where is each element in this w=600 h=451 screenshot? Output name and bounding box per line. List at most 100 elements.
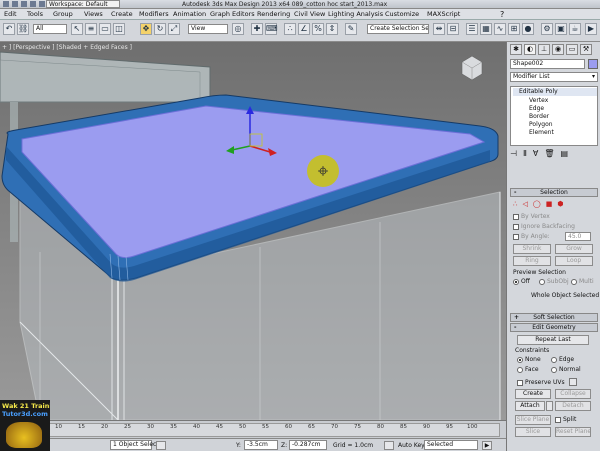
menu-modifiers[interactable]: Modifiers bbox=[139, 10, 169, 19]
vertex-level-icon[interactable]: ∴ bbox=[513, 200, 517, 208]
shrink-button[interactable]: Shrink bbox=[513, 244, 551, 254]
play-icon[interactable]: ▶ bbox=[482, 441, 492, 450]
stack-item-edge[interactable]: Edge bbox=[529, 105, 544, 112]
edit-geometry-rollout-header[interactable]: - Edit Geometry bbox=[510, 323, 598, 332]
window-crossing-icon[interactable]: ◫ bbox=[113, 23, 125, 35]
menu-lighting-analysis[interactable]: Lighting Analysis bbox=[328, 10, 383, 19]
viewcube-icon[interactable] bbox=[458, 56, 488, 84]
show-end-result-icon[interactable]: Ⅱ bbox=[523, 148, 527, 160]
menu-maxscript[interactable]: MAXScript bbox=[427, 10, 460, 19]
slice-plane-button[interactable]: Slice Plane bbox=[515, 415, 551, 425]
preserve-uvs-checkbox[interactable]: Preserve UVs bbox=[517, 379, 565, 386]
menu-graph-editors[interactable]: Graph Editors bbox=[210, 10, 255, 19]
angle-value-field[interactable]: 45.0 bbox=[565, 232, 591, 241]
menu-group[interactable]: Group bbox=[53, 10, 73, 19]
motion-tab-icon[interactable]: ◉ bbox=[552, 44, 564, 55]
time-slider[interactable]: 10 15 20 25 30 35 40 45 50 55 60 65 70 7… bbox=[0, 420, 506, 438]
object-color-swatch[interactable] bbox=[588, 59, 598, 69]
save-file-icon[interactable] bbox=[21, 1, 27, 7]
by-angle-checkbox[interactable]: By Angle: bbox=[513, 233, 550, 240]
pivot-center-icon[interactable]: ◎ bbox=[232, 23, 244, 35]
constraint-edge-radio[interactable]: Edge bbox=[551, 356, 574, 363]
preview-multi-radio[interactable]: Multi bbox=[571, 278, 594, 285]
mirror-icon[interactable]: ⇹ bbox=[433, 23, 445, 35]
link-icon[interactable]: ⛓ bbox=[17, 23, 29, 35]
layer-manager-icon[interactable]: ☰ bbox=[466, 23, 478, 35]
pin-stack-icon[interactable]: ⊣ bbox=[510, 148, 517, 160]
preview-subobj-radio[interactable]: SubObj bbox=[539, 278, 569, 285]
collapse-button[interactable]: Collapse bbox=[555, 389, 591, 399]
rendered-frame-window-icon[interactable]: ▣ bbox=[555, 23, 567, 35]
render-production-icon[interactable]: ☕ bbox=[569, 23, 581, 35]
preview-off-radio[interactable]: Off bbox=[513, 278, 530, 285]
loop-button[interactable]: Loop bbox=[555, 256, 593, 266]
reference-coordinate-dropdown[interactable]: View bbox=[188, 24, 228, 34]
attach-list-icon[interactable] bbox=[546, 401, 553, 411]
make-unique-icon[interactable]: ∀ bbox=[533, 148, 538, 160]
key-mode-icon[interactable] bbox=[384, 441, 394, 450]
object-name-field[interactable]: Shape002 bbox=[510, 59, 585, 69]
select-object-icon[interactable]: ↖ bbox=[71, 23, 83, 35]
rect-selection-icon[interactable]: ▭ bbox=[99, 23, 111, 35]
ignore-backfacing-checkbox[interactable]: Ignore Backfacing bbox=[513, 223, 575, 230]
menu-rendering[interactable]: Rendering bbox=[257, 10, 290, 19]
soft-selection-rollout-header[interactable]: + Soft Selection bbox=[510, 313, 598, 322]
snap-toggle-icon[interactable]: ∴ bbox=[284, 23, 296, 35]
auto-key-label[interactable]: Auto Key bbox=[398, 442, 425, 449]
z-coord-field[interactable]: -0.287cm bbox=[289, 440, 327, 450]
move-gizmo-icon[interactable] bbox=[224, 104, 280, 160]
repeat-last-button[interactable]: Repeat Last bbox=[517, 335, 589, 345]
menu-tools[interactable]: Tools bbox=[27, 10, 43, 19]
stack-item-editable-poly[interactable]: Editable Poly bbox=[513, 88, 597, 96]
menu-views[interactable]: Views bbox=[84, 10, 103, 19]
viewport-label[interactable]: + ] [Perspective ] [Shaded + Edged Faces… bbox=[2, 44, 132, 51]
slice-button[interactable]: Slice bbox=[515, 427, 551, 437]
workspace-dropdown[interactable]: Workspace: Default bbox=[46, 0, 120, 8]
edge-level-icon[interactable]: ◁ bbox=[522, 200, 527, 208]
curve-editor-icon[interactable]: ∿ bbox=[494, 23, 506, 35]
timeline-track[interactable]: 10 15 20 25 30 35 40 45 50 55 60 65 70 7… bbox=[48, 423, 500, 437]
align-icon[interactable]: ⊟ bbox=[447, 23, 459, 35]
new-file-icon[interactable] bbox=[3, 1, 9, 7]
constraint-normal-radio[interactable]: Normal bbox=[551, 366, 581, 373]
select-and-move-icon[interactable]: ✥ bbox=[140, 23, 152, 35]
grow-button[interactable]: Grow bbox=[555, 244, 593, 254]
utilities-tab-icon[interactable]: ⚒ bbox=[580, 44, 592, 55]
undo-icon[interactable]: ↶ bbox=[3, 23, 15, 35]
select-manipulate-icon[interactable]: ✚ bbox=[251, 23, 263, 35]
split-checkbox[interactable]: Split bbox=[555, 416, 576, 423]
redo-icon[interactable] bbox=[39, 1, 45, 7]
angle-snap-icon[interactable]: ∠ bbox=[298, 23, 310, 35]
preserve-uvs-settings-icon[interactable] bbox=[569, 378, 577, 386]
keyboard-shortcut-icon[interactable]: ⌨ bbox=[265, 23, 278, 35]
selection-filter-dropdown[interactable]: All bbox=[33, 24, 67, 34]
select-and-scale-icon[interactable]: ⤢ bbox=[168, 23, 180, 35]
material-editor-icon[interactable]: ● bbox=[522, 23, 534, 35]
display-tab-icon[interactable]: ▭ bbox=[566, 44, 578, 55]
stack-item-border[interactable]: Border bbox=[529, 113, 549, 120]
undo-icon[interactable] bbox=[30, 1, 36, 7]
by-vertex-checkbox[interactable]: By Vertex bbox=[513, 213, 550, 220]
y-coord-field[interactable]: -3.5cm bbox=[244, 440, 278, 450]
help-icon[interactable]: ? bbox=[500, 10, 504, 19]
lock-selection-icon[interactable] bbox=[156, 441, 166, 450]
create-tab-icon[interactable]: ✱ bbox=[510, 44, 522, 55]
stack-item-polygon[interactable]: Polygon bbox=[529, 121, 553, 128]
spinner-snap-icon[interactable]: ⇕ bbox=[326, 23, 338, 35]
constraint-face-radio[interactable]: Face bbox=[517, 366, 539, 373]
perspective-viewport[interactable]: + ] [Perspective ] [Shaded + Edged Faces… bbox=[0, 42, 506, 420]
select-and-rotate-icon[interactable]: ↻ bbox=[154, 23, 166, 35]
remove-modifier-icon[interactable]: 🗑 bbox=[544, 148, 554, 160]
selection-rollout-header[interactable]: - Selection bbox=[510, 188, 598, 197]
attach-button[interactable]: Attach bbox=[515, 401, 545, 411]
create-button[interactable]: Create bbox=[515, 389, 551, 399]
modify-tab-icon[interactable]: ◐ bbox=[524, 44, 536, 55]
menu-civil-view[interactable]: Civil View bbox=[294, 10, 325, 19]
border-level-icon[interactable]: ◯ bbox=[533, 200, 541, 208]
graphite-ribbon-icon[interactable]: ▦ bbox=[480, 23, 492, 35]
key-filter-dropdown[interactable]: Selected bbox=[424, 440, 478, 450]
constraint-none-radio[interactable]: None bbox=[517, 356, 541, 363]
stack-item-element[interactable]: Element bbox=[529, 129, 554, 136]
configure-sets-icon[interactable]: ▤ bbox=[561, 148, 569, 160]
menu-animation[interactable]: Animation bbox=[173, 10, 206, 19]
